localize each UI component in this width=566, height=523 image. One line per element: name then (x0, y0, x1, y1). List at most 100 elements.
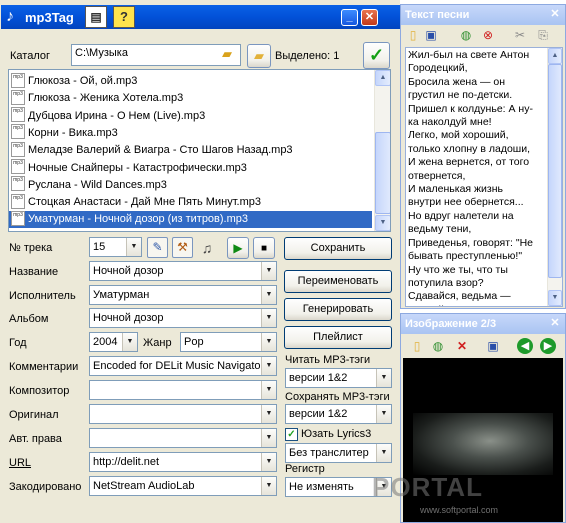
lyrics-scrollbar[interactable]: ▲ ▼ (547, 48, 562, 306)
generate-button[interactable]: Генерировать (284, 298, 392, 321)
play-button[interactable]: ▶ (227, 237, 249, 259)
lyrics-panel-titlebar[interactable]: Текст песни ✕ (401, 5, 565, 25)
year-label: Год (9, 337, 27, 349)
chevron-down-icon: ▼ (261, 405, 276, 423)
scroll-up-icon[interactable]: ▲ (548, 48, 562, 64)
cut-icon[interactable]: ✂ (512, 27, 528, 43)
lyrics-line: Жил-был на свете Антон (408, 49, 530, 61)
chevron-down-icon: ▼ (261, 453, 276, 471)
chevron-down-icon: ▼ (261, 309, 276, 327)
copyright-combo[interactable]: ▼ (89, 428, 277, 448)
comment-label: Комментарии (9, 361, 79, 373)
web-search-icon[interactable]: ◍ (430, 338, 446, 354)
scroll-down-icon[interactable]: ▼ (375, 215, 390, 231)
file-list-item[interactable]: mp3 Уматурман - Ночной дозор (из титров).… (9, 210, 372, 229)
scroll-down-icon[interactable]: ▼ (548, 290, 562, 306)
year-value: 2004 (93, 336, 118, 348)
chevron-down-icon: ▼ (122, 333, 137, 351)
catalog-label: Каталог (10, 50, 50, 62)
delete-icon[interactable]: ✕ (454, 338, 470, 354)
title-combo[interactable]: Ночной дозор ▼ (89, 261, 277, 281)
apply-button[interactable]: ✓ (363, 42, 390, 69)
delete-icon[interactable]: ⊗ (480, 27, 496, 43)
read-tags-combo[interactable]: версии 1&2 ▼ (285, 368, 392, 388)
minimize-button[interactable]: _ (341, 9, 358, 26)
file-list-item[interactable]: mp3 Стоцкая Анастаси - Дай Мне Пять Минут… (9, 193, 372, 211)
save-icon[interactable]: ▣ (423, 27, 439, 43)
scroll-thumb[interactable] (548, 64, 562, 278)
genre-combo[interactable]: Pop ▼ (180, 332, 277, 352)
file-list-item[interactable]: mp3 Глюкоза - Ой, ой.mp3 (9, 72, 372, 90)
encoded-label: Закодировано (9, 481, 82, 493)
lyrics-line: ка наколдуй мне! (408, 116, 492, 129)
close-icon[interactable]: ✕ (549, 318, 561, 330)
browse-folder-button[interactable]: ▰ (247, 44, 271, 68)
watermark-brand: PORTAL (372, 472, 483, 502)
open-image-icon[interactable]: ▯ (409, 338, 425, 354)
edit-tag-icon[interactable]: ✎ (147, 237, 168, 258)
encoded-combo[interactable]: NetStream AudioLab ▼ (89, 476, 277, 496)
album-value: Ночной дозор (93, 312, 164, 324)
file-list-scrollbar[interactable]: ▲ ▼ (374, 70, 390, 231)
scroll-up-icon[interactable]: ▲ (375, 70, 390, 86)
catalog-path-field[interactable]: C:\Музыка (71, 44, 241, 66)
lyrics-panel: Текст песни ✕ ▯ ▣ ◍ ⊗ ✂ ⎘ Жил-был на све… (400, 4, 566, 309)
file-name: Глюкоза - Ой, ой.mp3 (28, 75, 138, 87)
rename-button[interactable]: Переименовать (284, 270, 392, 293)
tools-icon[interactable]: ⚒ (172, 237, 193, 258)
checkmark-icon: ✓ (368, 45, 385, 65)
file-name: Меладзе Валерий & Виагра - Сто Шагов Наз… (28, 144, 293, 157)
main-titlebar[interactable]: ♪ mp3Tag ▤ ? _ ✕ (1, 1, 401, 31)
artist-combo[interactable]: Уматурман ▼ (89, 285, 277, 305)
web-search-icon[interactable]: ◍ (458, 27, 474, 43)
album-combo[interactable]: Ночной дозор ▼ (89, 308, 277, 328)
new-document-icon[interactable]: ▯ (405, 27, 421, 43)
lyrics-line: Но вдруг налетели на (408, 209, 514, 222)
file-list-item[interactable]: mp3 Дубцова Ирина - О Нем (Live).mp3 (9, 107, 372, 125)
lyrics-panel-title: Текст песни (405, 9, 470, 21)
close-icon[interactable]: ✕ (549, 9, 561, 21)
save-tags-combo[interactable]: версии 1&2 ▼ (285, 404, 392, 424)
file-list-item[interactable]: mp3 Меладзе Валерий & Виагра - Сто Шагов … (9, 141, 372, 159)
image-panel-titlebar[interactable]: Изображение 2/3 ✕ (401, 314, 565, 334)
translit-combo[interactable]: Без транслитер ▼ (285, 443, 392, 463)
comment-combo[interactable]: Encoded for DELit Music Navigator ▼ (89, 356, 277, 376)
track-label: № трека (9, 242, 53, 254)
lyrics-line: отвернется, (408, 169, 466, 182)
file-list-item[interactable]: mp3 Корни - Вика.mp3 (9, 124, 372, 142)
next-arrow-icon[interactable]: ▶ (540, 338, 556, 354)
scroll-thumb[interactable] (375, 132, 390, 214)
save-button[interactable]: Сохранить (284, 237, 392, 260)
close-button[interactable]: ✕ (361, 9, 378, 26)
file-list-item[interactable]: mp3 Руслана - Wild Dances.mp3 (9, 176, 372, 194)
url-label: URL (9, 457, 32, 469)
stop-icon: ■ (260, 243, 268, 254)
stop-button[interactable]: ■ (253, 237, 275, 259)
file-list[interactable]: mp3 Глюкоза - Ой, ой.mp3 mp3 Глюкоза - Жени… (8, 69, 391, 232)
file-name: Руслана - Wild Dances.mp3 (28, 178, 167, 191)
save-icon[interactable]: ▣ (485, 338, 501, 354)
url-combo[interactable]: http://delit.net ▼ (89, 452, 277, 472)
lyrics-line: только хлопну в ладоши, (408, 142, 530, 155)
use-lyrics-checkbox[interactable]: ✓ (285, 428, 298, 441)
copy-icon[interactable]: ⎘ (535, 27, 551, 43)
image-panel-title: Изображение 2/3 (405, 318, 497, 330)
lyrics-line: Пришел к колдунье: А ну- (408, 102, 533, 115)
file-list-item[interactable]: mp3 Глюкоза - Женика Хотела.mp3 (9, 89, 372, 107)
lyrics-textarea[interactable]: Жил-был на свете Антон Городецкий, Бросила… (405, 47, 563, 307)
mp3-file-icon: mp3 (11, 124, 25, 140)
folder-icon[interactable]: ▰ (222, 46, 239, 63)
music-note-icon[interactable]: ♫ (197, 238, 217, 258)
track-combo[interactable]: 15 ▼ (89, 237, 142, 257)
help-icon[interactable]: ? (113, 6, 135, 28)
playlist-button[interactable]: Плейлист (284, 326, 392, 349)
previous-arrow-icon[interactable]: ◀ (517, 338, 533, 354)
lyrics-line: Городецкий, (408, 62, 468, 75)
file-list-item[interactable]: mp3 Ночные Снайперы - Катастрофически.mp3 (9, 159, 372, 177)
properties-icon[interactable]: ▤ (85, 6, 107, 28)
original-combo[interactable]: ▼ (89, 404, 277, 424)
composer-label: Композитор (9, 385, 70, 397)
composer-combo[interactable]: ▼ (89, 380, 277, 400)
mp3-file-icon: mp3 (11, 193, 25, 209)
year-combo[interactable]: 2004 ▼ (89, 332, 138, 352)
